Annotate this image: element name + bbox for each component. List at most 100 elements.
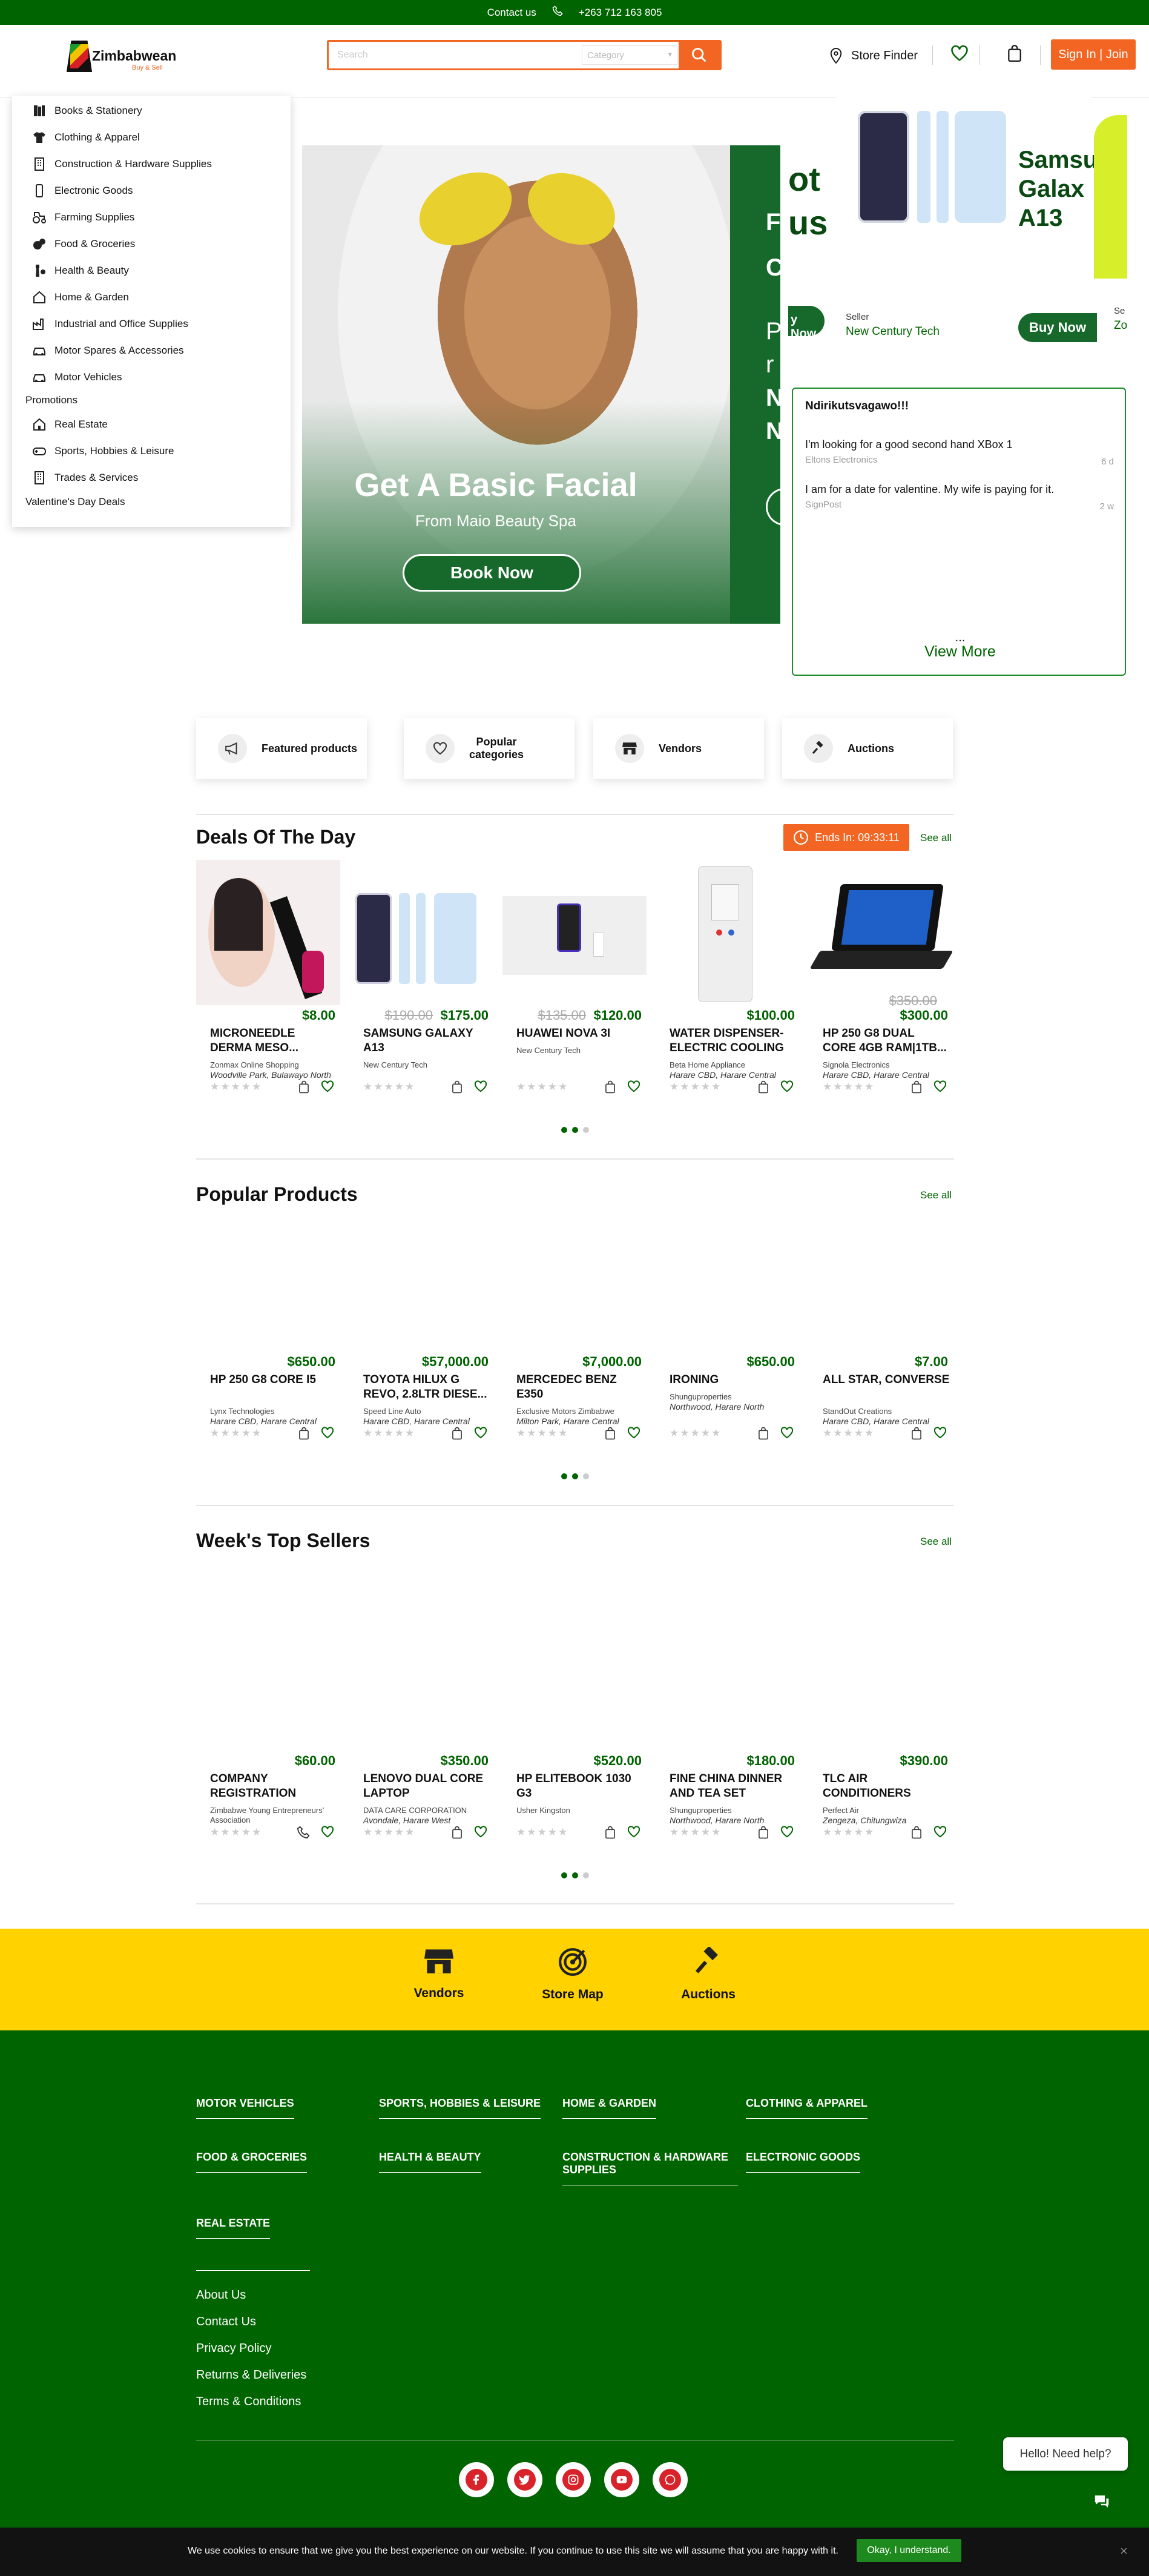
add-to-cart-button[interactable] [451,1427,463,1443]
add-to-cart-button[interactable] [757,1080,769,1097]
promo-buy-button[interactable]: Buy Now [1018,313,1097,342]
product-name[interactable]: LENOVO DUAL CORE LAPTOP [363,1772,490,1801]
add-to-wishlist-button[interactable] [321,1427,334,1443]
category-item[interactable]: Construction & Hardware Supplies [31,156,212,172]
category-item[interactable]: Trades & Services [31,470,138,486]
product-seller[interactable]: Lynx Technologies [210,1407,331,1416]
popular-see-all[interactable]: See all [920,1189,952,1201]
product-name[interactable]: TOYOTA HILUX G REVO, 2.8LTR DIESE... [363,1373,490,1402]
signin-button[interactable]: Sign In | Join [1051,39,1136,70]
add-to-wishlist-button[interactable] [933,1826,947,1842]
add-to-cart-button[interactable] [604,1080,616,1097]
deals-see-all[interactable]: See all [920,832,952,844]
product-image[interactable] [349,860,493,1005]
category-item[interactable]: Clothing & Apparel [31,130,140,145]
product-card[interactable]: $650.00 HP 250 G8 CORE I5 Lynx Technologie… [196,1206,340,1461]
product-name[interactable]: HP 250 G8 DUAL CORE 4GB RAM|1TB... [823,1026,950,1055]
footer-category-link[interactable]: MOTOR VEHICLES [196,2097,294,2119]
footer-link[interactable]: Privacy Policy [196,2342,271,2356]
search-input[interactable]: Search [337,50,368,61]
feed-post[interactable]: I am for a date for valentine. My wife i… [805,483,1114,512]
store-finder-link[interactable]: Store Finder [829,47,918,64]
category-item[interactable]: Books & Stationery [31,103,142,119]
product-image[interactable] [809,1605,953,1751]
add-to-cart-button[interactable] [910,1427,923,1443]
contact-link[interactable]: Contact us [487,7,536,19]
add-to-wishlist-button[interactable] [321,1080,334,1097]
add-to-wishlist-button[interactable] [780,1826,794,1842]
footer-category-link[interactable]: HOME & GARDEN [562,2097,657,2119]
phone-number[interactable]: +263 712 163 805 [579,7,662,19]
category-item[interactable]: Health & Beauty [31,263,129,279]
product-name[interactable]: WATER DISPENSER-ELECTRIC COOLING [670,1026,797,1055]
product-image[interactable] [196,1605,340,1751]
product-card[interactable]: $180.00 FINE CHINA DINNER AND TEA SET Shun… [656,1605,800,1860]
add-to-wishlist-button[interactable] [321,1826,334,1842]
add-to-wishlist-button[interactable] [474,1427,487,1443]
product-name[interactable]: MERCEDEC BENZ E350 [516,1373,644,1402]
popular-pager[interactable] [557,1473,593,1479]
category-item[interactable]: Farming Supplies [31,210,134,225]
category-item[interactable]: Sports, Hobbies & Leisure [31,443,174,459]
product-card[interactable]: $350.00 LENOVO DUAL CORE LAPTOP DATA CARE … [349,1605,493,1860]
footer-category-link[interactable]: HEALTH & BEAUTY [379,2151,481,2173]
deals-pager[interactable] [557,1127,593,1133]
product-seller[interactable]: Usher Kingston [516,1806,637,1815]
footer-category-link[interactable]: ELECTRONIC GOODS [746,2151,861,2173]
category-item[interactable]: Real Estate [31,417,108,432]
social-link[interactable] [556,2462,591,2497]
category-item[interactable]: Industrial and Office Supplies [31,316,188,332]
popular-categories-button[interactable]: Popular categories [404,718,574,779]
product-seller[interactable]: Zimbabwe Young Entrepreneurs' Associatio… [210,1806,331,1825]
topsellers-pager[interactable] [557,1872,593,1878]
product-name[interactable]: HP 250 G8 CORE I5 [210,1373,337,1387]
product-name[interactable]: IRONING [670,1373,797,1387]
product-seller[interactable]: Shunguproperties [670,1806,791,1815]
product-name[interactable]: HUAWEI NOVA 3I [516,1026,644,1041]
footer-link[interactable]: About Us [196,2288,246,2302]
product-image[interactable] [809,1206,953,1352]
product-name[interactable]: SAMSUNG GALAXY A13 [363,1026,490,1055]
footer-category-link[interactable]: FOOD & GROCERIES [196,2151,308,2173]
category-item[interactable]: Home & Garden [31,289,129,305]
product-image[interactable] [196,860,340,1005]
add-to-cart-button[interactable] [604,1826,616,1842]
product-name[interactable]: FINE CHINA DINNER AND TEA SET [670,1772,797,1801]
product-card[interactable]: $7,000.00 MERCEDEC BENZ E350 Exclusive Mot… [502,1206,647,1461]
add-to-wishlist-button[interactable] [627,1080,640,1097]
topsellers-see-all[interactable]: See all [920,1536,952,1548]
view-more-link[interactable]: View More [793,643,1127,661]
category-item[interactable]: Motor Spares & Accessories [31,343,184,358]
promo-seller-name[interactable]: New Century Tech [846,325,940,339]
auctions-link[interactable]: Auctions [660,1946,757,2002]
product-image[interactable] [502,860,647,1005]
footer-category-link[interactable]: CLOTHING & APPAREL [746,2097,868,2119]
footer-category-link[interactable]: CONSTRUCTION & HARDWARE SUPPLIES [562,2151,738,2185]
product-seller[interactable]: DATA CARE CORPORATION [363,1806,484,1815]
search-button[interactable] [679,42,720,68]
add-to-cart-button[interactable] [451,1080,463,1097]
product-seller[interactable]: Speed Line Auto [363,1407,484,1416]
category-item[interactable]: Food & Groceries [31,236,135,252]
product-seller[interactable]: Signola Electronics [823,1060,944,1070]
product-card[interactable]: $8.00 MICRONEEDLE DERMA MESO... Zonmax Onl… [196,860,340,1114]
add-to-wishlist-button[interactable] [627,1427,640,1443]
social-link[interactable] [507,2462,542,2497]
product-seller[interactable]: Exclusive Motors Zimbabwe [516,1407,637,1416]
product-card[interactable]: $520.00 HP ELITEBOOK 1030 G3 Usher Kingsto… [502,1605,647,1860]
footer-category-link[interactable]: SPORTS, HOBBIES & LEISURE [379,2097,541,2119]
product-seller[interactable]: StandOut Creations [823,1407,944,1416]
product-image[interactable] [656,860,800,1005]
call-button[interactable] [297,1826,310,1842]
add-to-wishlist-button[interactable] [474,1826,487,1842]
hero-banner[interactable]: Get A Basic Facial From Maio Beauty Spa … [302,145,780,624]
add-to-cart-button[interactable] [604,1427,616,1443]
vendors-button[interactable]: Vendors [593,718,764,779]
add-to-cart-button[interactable] [910,1080,923,1097]
product-name[interactable]: COMPANY REGISTRATION [210,1772,337,1801]
feed-post[interactable]: I'm looking for a good second hand XBox … [805,438,1114,467]
category-select[interactable]: Category ▾ [582,45,677,65]
product-card[interactable]: $300.00 $350.00 HP 250 G8 DUAL CORE 4GB RA… [809,860,953,1114]
product-seller[interactable]: Beta Home Appliance [670,1060,791,1070]
add-to-cart-button[interactable] [910,1826,923,1842]
